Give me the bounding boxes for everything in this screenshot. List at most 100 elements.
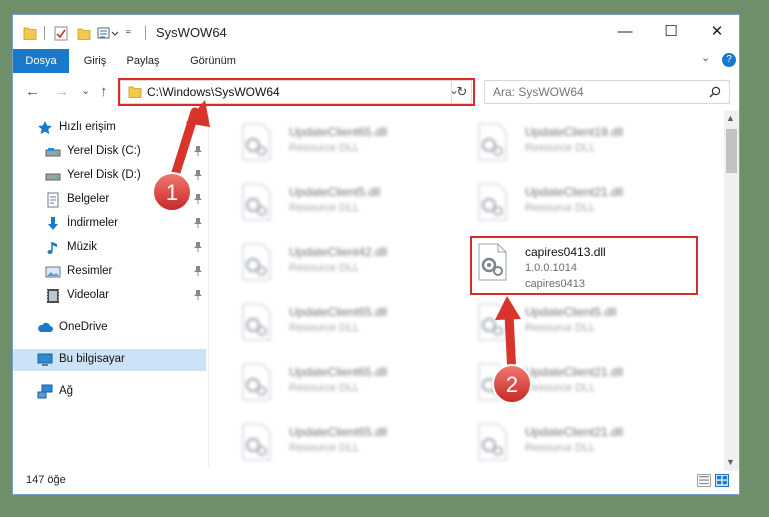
up-button[interactable]: ↑: [100, 83, 108, 100]
pin-icon[interactable]: [194, 146, 202, 156]
file-item[interactable]: UpdateClient5.dll Resource DLL: [467, 295, 692, 351]
minimize-button[interactable]: —: [603, 19, 647, 45]
file-description: Resource DLL: [525, 202, 596, 214]
sidebar-item-label: Yerel Disk (C:): [67, 145, 141, 157]
sidebar-item-label: Resimler: [67, 265, 113, 277]
dll-file-icon: [478, 123, 507, 161]
sidebar-item-music[interactable]: Müzik: [13, 237, 206, 259]
sidebar-item-local-disk-c[interactable]: Yerel Disk (C:): [13, 141, 206, 163]
close-button[interactable]: ✕: [695, 19, 739, 45]
sidebar-item-label: Yerel Disk (D:): [67, 169, 141, 181]
pin-icon[interactable]: [194, 194, 202, 204]
file-item[interactable]: UpdateClient21.dll Resource DLL: [467, 355, 692, 411]
pin-icon[interactable]: [194, 290, 202, 300]
file-name: UpdateClient5.dll: [525, 305, 617, 319]
dll-file-icon: [242, 423, 271, 461]
properties-icon[interactable]: [54, 24, 68, 42]
file-description: Resource DLL: [289, 262, 360, 274]
search-input[interactable]: [493, 85, 693, 99]
search-icon[interactable]: [709, 86, 721, 98]
file-item[interactable]: UpdateClient65.dll Resource DLL: [231, 115, 456, 171]
address-row: ← → ⌄ ↑ C:\Windows\SysWOW64 ⌄ ↻: [13, 75, 739, 107]
sidebar-item-quick-access[interactable]: Hızlı erişim: [13, 117, 206, 139]
maximize-button[interactable]: ☐: [649, 19, 693, 45]
separator: [145, 26, 146, 40]
documents-icon: [47, 192, 59, 208]
pin-icon[interactable]: [194, 218, 202, 228]
sidebar-item-onedrive[interactable]: OneDrive: [13, 317, 206, 339]
file-item[interactable]: UpdateClient21.dll Resource DLL: [467, 175, 692, 231]
scroll-down-icon[interactable]: ▼: [726, 457, 735, 467]
dll-file-icon: [478, 423, 507, 461]
sidebar-item-pictures[interactable]: Resimler: [13, 261, 206, 283]
item-count: 147 öğe: [26, 474, 66, 486]
file-name: UpdateClient21.dll: [525, 365, 624, 379]
tab-giris[interactable]: Giriş: [73, 49, 117, 73]
file-description: Resource DLL: [525, 382, 596, 394]
back-button[interactable]: ←: [25, 83, 40, 100]
file-name: UpdateClient65.dll: [289, 125, 388, 139]
quick-access-dropdown-icon[interactable]: ₌: [125, 23, 131, 37]
star-icon: [38, 121, 52, 135]
file-description: Resource DLL: [525, 142, 596, 154]
file-name: UpdateClient65.dll: [289, 365, 388, 379]
file-name: UpdateClient5.dll: [289, 185, 381, 199]
video-icon: [47, 289, 59, 303]
new-folder-icon[interactable]: [77, 24, 91, 42]
sidebar-item-downloads[interactable]: İndirmeler: [13, 213, 206, 235]
dll-file-icon: [242, 183, 271, 221]
file-item[interactable]: UpdateClient65.dll Resource DLL: [231, 355, 456, 411]
cloud-icon: [38, 322, 53, 332]
sidebar-item-documents[interactable]: Belgeler: [13, 189, 206, 211]
sidebar-item-label: OneDrive: [59, 321, 108, 333]
pictures-icon: [45, 266, 61, 278]
sidebar-item-videos[interactable]: Videolar: [13, 285, 206, 307]
tiles-view-icon[interactable]: [715, 474, 729, 487]
file-item[interactable]: UpdateClient42.dll Resource DLL: [231, 235, 456, 291]
tab-gorunum[interactable]: Görünüm: [179, 49, 247, 73]
help-button[interactable]: ?: [722, 53, 736, 67]
scroll-up-icon[interactable]: ▲: [726, 113, 735, 123]
scrollbar-thumb[interactable]: [726, 129, 737, 173]
sidebar-item-network[interactable]: Ağ: [13, 381, 206, 403]
file-item[interactable]: UpdateClient65.dll Resource DLL: [231, 415, 456, 471]
forward-button[interactable]: →: [54, 83, 69, 100]
pin-icon[interactable]: [194, 242, 202, 252]
dll-file-icon: [242, 243, 271, 281]
tab-dosya[interactable]: Dosya: [13, 49, 69, 73]
file-item[interactable]: UpdateClient19.dll Resource DLL: [467, 115, 692, 171]
dll-file-icon: [242, 123, 271, 161]
file-description: Resource DLL: [289, 322, 360, 334]
sidebar-item-this-pc[interactable]: Bu bilgisayar: [13, 349, 206, 371]
search-box[interactable]: [484, 80, 730, 104]
sidebar-item-local-disk-d[interactable]: Yerel Disk (D:): [13, 165, 206, 187]
sidebar-item-label: Belgeler: [67, 193, 110, 205]
vertical-scrollbar[interactable]: ▲ ▼: [724, 111, 739, 471]
file-name: UpdateClient42.dll: [289, 245, 388, 259]
file-item[interactable]: UpdateClient65.dll Resource DLL: [231, 295, 456, 351]
dll-file-icon: [478, 303, 507, 341]
recent-locations-button[interactable]: ⌄: [81, 84, 90, 97]
details-view-icon[interactable]: [697, 474, 711, 487]
explorer-window: ₌ SysWOW64 — ☐ ✕ Dosya Giriş Paylaş Görü…: [12, 14, 740, 495]
customize-toolbar-icon[interactable]: [97, 24, 119, 42]
file-name: UpdateClient65.dll: [289, 305, 388, 319]
sidebar-item-label: Bu bilgisayar: [59, 353, 125, 365]
drive-icon: [45, 148, 61, 157]
file-item[interactable]: UpdateClient21.dll Resource DLL: [467, 415, 692, 471]
file-highlight: [470, 236, 698, 295]
title-bar: ₌ SysWOW64 — ☐ ✕: [13, 15, 739, 49]
sidebar-item-label: Müzik: [67, 241, 98, 253]
sidebar-item-label: İndirmeler: [67, 217, 119, 229]
pin-icon[interactable]: [194, 170, 202, 180]
ribbon-expand-icon[interactable]: ⌄: [701, 51, 710, 64]
pin-icon[interactable]: [194, 266, 202, 276]
ribbon-tabs: Dosya Giriş Paylaş Görünüm ⌄ ?: [13, 49, 739, 73]
network-icon: [37, 384, 53, 399]
file-item[interactable]: UpdateClient5.dll Resource DLL: [231, 175, 456, 231]
tab-paylas[interactable]: Paylaş: [119, 49, 167, 73]
sidebar-item-label: Hızlı erişim: [59, 121, 116, 133]
drive-icon: [45, 173, 61, 181]
address-highlight: [118, 78, 475, 106]
dll-file-icon: [242, 363, 271, 401]
